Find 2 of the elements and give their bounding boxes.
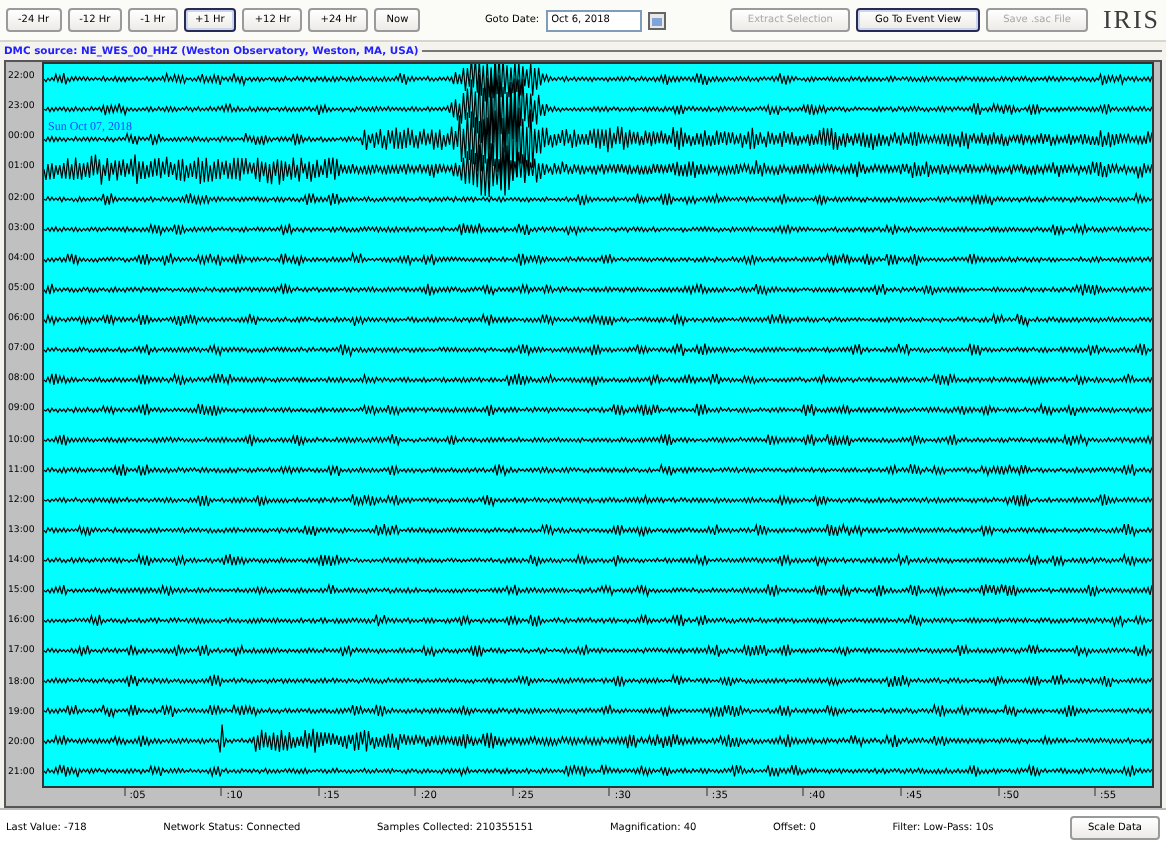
- calendar-icon[interactable]: [647, 11, 666, 29]
- logo: IRIS: [1102, 4, 1160, 36]
